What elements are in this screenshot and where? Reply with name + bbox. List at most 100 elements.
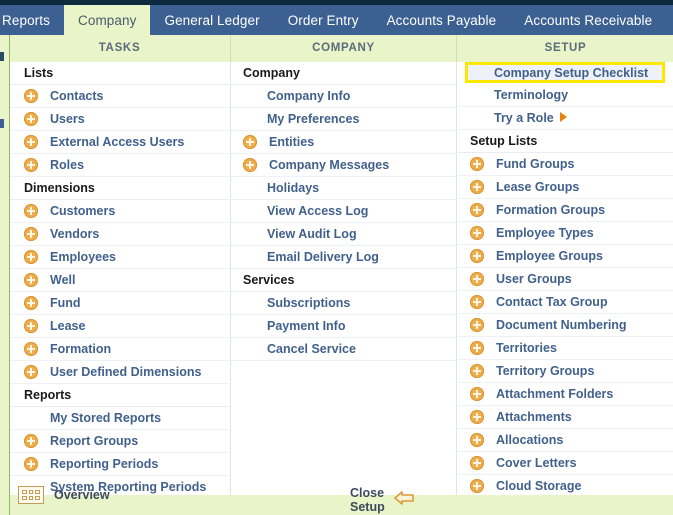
- menu-item-document-numbering[interactable]: Document Numbering: [458, 314, 673, 337]
- menu-item-label: Well: [50, 273, 76, 287]
- menu-item-company-info[interactable]: Company Info: [231, 85, 456, 108]
- menu-item-terminology[interactable]: Terminology: [458, 84, 673, 107]
- overview-label: Overview: [54, 488, 110, 502]
- menu-item-employee-types[interactable]: Employee Types: [458, 222, 673, 245]
- menu-item-label: Lease Groups: [496, 180, 580, 194]
- menu-columns: Lists Contacts Users External Access Users R…: [10, 62, 673, 499]
- tab-accounts-receivable[interactable]: Accounts Receivable: [510, 5, 666, 35]
- menu-item-label: Payment Info: [267, 319, 346, 333]
- menu-item-well[interactable]: Well: [10, 269, 229, 292]
- menu-column-company: Company Company Info My Preferences Entitie…: [230, 62, 457, 495]
- menu-item-user-groups[interactable]: User Groups: [458, 268, 673, 291]
- menu-item-view-audit-log[interactable]: View Audit Log: [231, 223, 456, 246]
- menu-item-label: Holidays: [267, 181, 320, 195]
- menu-item-label: Allocations: [496, 433, 564, 447]
- menu-item-label: Territory Groups: [496, 364, 595, 378]
- group-header-lists: Lists: [10, 62, 229, 85]
- menu-item-customers[interactable]: Customers: [10, 200, 229, 223]
- overview-button[interactable]: Overview: [18, 486, 110, 504]
- menu-item-label: Fund Groups: [496, 157, 575, 171]
- menu-item-contact-tax-group[interactable]: Contact Tax Group: [458, 291, 673, 314]
- menu-item-territories[interactable]: Territories: [458, 337, 673, 360]
- menu-item-payment-info[interactable]: Payment Info: [231, 315, 456, 338]
- menu-item-email-delivery-log[interactable]: Email Delivery Log: [231, 246, 456, 269]
- menu-item-label: Company Messages: [269, 158, 390, 172]
- menu-item-try-a-role[interactable]: Try a Role: [458, 107, 673, 130]
- close-setup-button[interactable]: Close Setup: [350, 486, 415, 514]
- tab-reports[interactable]: Reports: [0, 5, 64, 35]
- menu-item-reporting-periods[interactable]: Reporting Periods: [10, 453, 229, 476]
- group-header-dimensions: Dimensions: [10, 177, 229, 200]
- menu-item-label: Customers: [50, 204, 116, 218]
- menu-item-label: Company Info: [267, 89, 351, 103]
- tab-accounts-payable[interactable]: Accounts Payable: [373, 5, 511, 35]
- menu-item-roles[interactable]: Roles: [10, 154, 229, 177]
- menu-item-territory-groups[interactable]: Territory Groups: [458, 360, 673, 383]
- menu-item-label: External Access Users: [50, 135, 185, 149]
- menu-item-label: Employee Groups: [496, 249, 603, 263]
- menu-column-tasks: Lists Contacts Users External Access Users R…: [10, 62, 229, 499]
- menu-item-label: Email Delivery Log: [267, 250, 379, 264]
- menu-item-lease[interactable]: Lease: [10, 315, 229, 338]
- menu-item-label: Roles: [50, 158, 85, 172]
- tab-order-entry[interactable]: Order Entry: [274, 5, 373, 35]
- menu-item-label: Report Groups: [50, 434, 139, 448]
- menu-item-users[interactable]: Users: [10, 108, 229, 131]
- menu-item-allocations[interactable]: Allocations: [458, 429, 673, 452]
- menu-item-label: Users: [50, 112, 85, 126]
- group-header-services: Services: [231, 269, 456, 292]
- menu-item-label: Cancel Service: [267, 342, 356, 356]
- menu-item-company-messages[interactable]: Company Messages: [231, 154, 456, 177]
- menu-item-label: My Stored Reports: [50, 411, 162, 425]
- menu-item-formation[interactable]: Formation: [10, 338, 229, 361]
- group-header-reports: Reports: [10, 384, 229, 407]
- left-rail-marker-top: [0, 52, 4, 61]
- menu-item-label: Employee Types: [496, 226, 594, 240]
- menu-item-label: Subscriptions: [267, 296, 351, 310]
- tab-company[interactable]: Company: [63, 5, 151, 35]
- menu-item-attachment-folders[interactable]: Attachment Folders: [458, 383, 673, 406]
- menu-item-entities[interactable]: Entities: [231, 131, 456, 154]
- menu-item-attachments[interactable]: Attachments: [458, 406, 673, 429]
- grid-dots-icon: [18, 486, 44, 504]
- menu-item-contacts[interactable]: Contacts: [10, 85, 229, 108]
- menu-item-holidays[interactable]: Holidays: [231, 177, 456, 200]
- menu-item-fund[interactable]: Fund: [10, 292, 229, 315]
- back-arrow-icon: [393, 490, 415, 511]
- menu-item-view-access-log[interactable]: View Access Log: [231, 200, 456, 223]
- menu-item-label: Cover Letters: [496, 456, 577, 470]
- menu-item-vendors[interactable]: Vendors: [10, 223, 229, 246]
- menu-item-label: View Access Log: [267, 204, 369, 218]
- menu-item-my-preferences[interactable]: My Preferences: [231, 108, 456, 131]
- application-window: Reports Company General Ledger Order Entry A…: [0, 0, 673, 515]
- left-rail: [0, 35, 10, 515]
- menu-item-cover-letters[interactable]: Cover Letters: [458, 452, 673, 475]
- menu-item-external-access-users[interactable]: External Access Users: [10, 131, 229, 154]
- menu-item-report-groups[interactable]: Report Groups: [10, 430, 229, 453]
- menu-item-label: Formation Groups: [496, 203, 606, 217]
- menu-item-label: Entities: [269, 135, 315, 149]
- menu-item-employee-groups[interactable]: Employee Groups: [458, 245, 673, 268]
- menu-item-formation-groups[interactable]: Formation Groups: [458, 199, 673, 222]
- close-setup-label: Close Setup: [350, 486, 385, 514]
- menu-item-label: Reporting Periods: [50, 457, 159, 471]
- company-menu-panel: TASKS COMPANY SETUP Lists Contacts Users Ex…: [0, 35, 673, 515]
- menu-item-employees[interactable]: Employees: [10, 246, 229, 269]
- menu-item-label: User Defined Dimensions: [50, 365, 202, 379]
- menu-item-label: Vendors: [50, 227, 100, 241]
- column-headers-row: TASKS COMPANY SETUP: [10, 35, 673, 62]
- menu-item-cancel-service[interactable]: Cancel Service: [231, 338, 456, 361]
- tab-general-ledger[interactable]: General Ledger: [150, 5, 273, 35]
- left-rail-marker-second: [0, 119, 4, 128]
- menu-item-label: Terminology: [494, 88, 569, 102]
- menu-item-subscriptions[interactable]: Subscriptions: [231, 292, 456, 315]
- menu-item-company-setup-checklist[interactable]: Company Setup Checklist: [458, 62, 673, 84]
- menu-item-lease-groups[interactable]: Lease Groups: [458, 176, 673, 199]
- column-header-company: COMPANY: [230, 35, 457, 62]
- group-header-company: Company: [231, 62, 456, 85]
- menu-item-user-defined-dimensions[interactable]: User Defined Dimensions: [10, 361, 229, 384]
- menu-item-my-stored-reports[interactable]: My Stored Reports: [10, 407, 229, 430]
- menu-item-fund-groups[interactable]: Fund Groups: [458, 153, 673, 176]
- menu-column-setup: Company Setup Checklist Terminology Try a …: [458, 62, 673, 498]
- column-header-setup: SETUP: [544, 42, 587, 54]
